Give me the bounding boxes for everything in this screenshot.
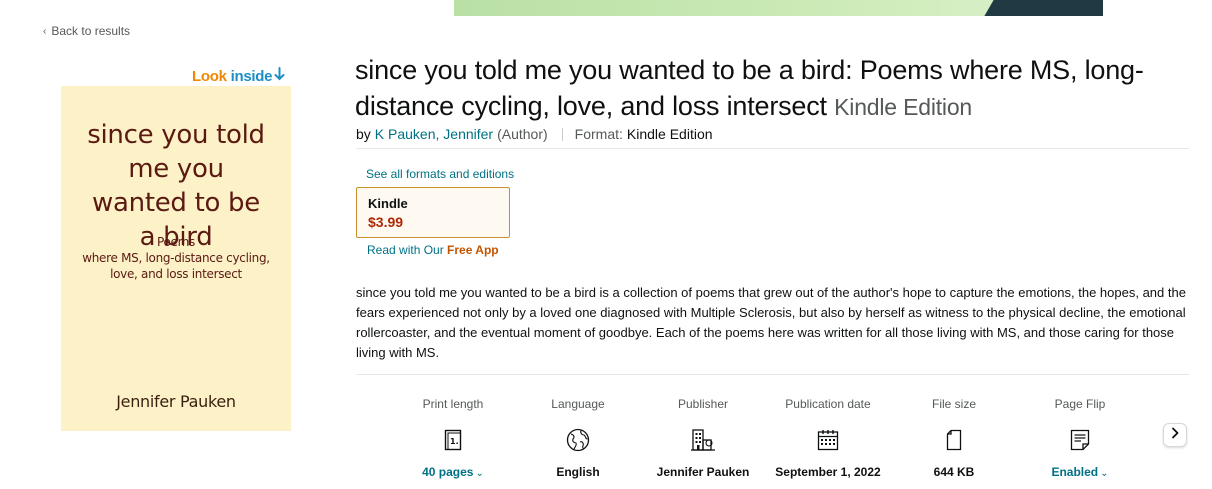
top-ad-banner[interactable] bbox=[454, 0, 1103, 16]
format-price: $3.99 bbox=[368, 214, 404, 230]
detail-language: Language English bbox=[513, 397, 643, 479]
book-description: since you told me you wanted to be a bir… bbox=[356, 285, 1186, 360]
by-label: by bbox=[356, 126, 371, 142]
detail-value-link[interactable]: Enabled ⌄ bbox=[1015, 465, 1145, 479]
detail-value: English bbox=[556, 465, 600, 479]
building-icon bbox=[638, 425, 768, 455]
see-all-formats-link[interactable]: See all formats and editions bbox=[366, 167, 514, 181]
read-app-prefix: Read with Our bbox=[367, 243, 444, 257]
detail-page-flip: Page Flip Enabled ⌄ bbox=[1015, 397, 1145, 479]
divider bbox=[356, 148, 1189, 149]
file-icon bbox=[889, 425, 1019, 455]
back-link-label: Back to results bbox=[51, 24, 131, 38]
look-inside-button[interactable]: Look inside bbox=[192, 67, 285, 85]
detail-value: September 1, 2022 bbox=[775, 465, 881, 479]
book-cover-image[interactable]: since you told me you wanted to be a bir… bbox=[61, 86, 291, 431]
carousel-next-button[interactable] bbox=[1163, 423, 1187, 447]
kindle-format-option[interactable]: Kindle $3.99 bbox=[356, 187, 510, 238]
author-link[interactable]: K Pauken, Jennifer bbox=[375, 126, 493, 142]
calendar-icon bbox=[763, 425, 893, 455]
look-inside-word2: inside bbox=[230, 67, 273, 85]
arrow-down-icon bbox=[274, 67, 285, 85]
detail-publication-date: Publication date September 1, 2022 bbox=[763, 397, 893, 479]
detail-file-size: File size 644 KB bbox=[889, 397, 1019, 479]
svg-text:1.: 1. bbox=[450, 437, 459, 446]
read-app-free: Free App bbox=[447, 243, 499, 257]
look-inside-word1: Look bbox=[192, 67, 227, 85]
detail-value: Enabled bbox=[1051, 465, 1099, 479]
product-title-text: since you told me you wanted to be a bir… bbox=[355, 55, 1144, 121]
detail-label: Page Flip bbox=[1054, 397, 1106, 411]
detail-print-length: Print length 1. 40 pages ⌄ bbox=[388, 397, 518, 479]
page-flip-icon bbox=[1015, 425, 1145, 455]
byline-divider bbox=[561, 127, 563, 141]
chevron-right-icon bbox=[1170, 426, 1180, 444]
cover-subtitle: Poems where MS, long-distance cycling, l… bbox=[61, 234, 291, 282]
format-value: Kindle Edition bbox=[626, 126, 713, 142]
product-details-carousel: Print length 1. 40 pages ⌄ Language Engli… bbox=[388, 397, 1148, 481]
format-name: Kindle bbox=[368, 196, 408, 211]
product-edition: Kindle Edition bbox=[834, 94, 973, 120]
divider bbox=[356, 374, 1189, 375]
chevron-down-icon: ⌄ bbox=[475, 468, 484, 479]
author-role: (Author) bbox=[497, 126, 548, 142]
chevron-down-icon: ⌄ bbox=[1100, 468, 1109, 479]
cover-subtitle-line3: love, and loss intersect bbox=[110, 267, 242, 281]
detail-label: File size bbox=[931, 397, 976, 411]
format-label: Format: bbox=[574, 126, 623, 142]
detail-value: 644 KB bbox=[933, 465, 975, 479]
chevron-left-icon: ‹ bbox=[43, 25, 47, 37]
cover-author: Jennifer Pauken bbox=[116, 392, 236, 411]
detail-label: Print length bbox=[422, 397, 484, 411]
detail-value-link[interactable]: 40 pages ⌄ bbox=[388, 465, 518, 479]
byline: by K Pauken, Jennifer (Author) Format: K… bbox=[356, 126, 713, 142]
book-pages-icon: 1. bbox=[388, 425, 518, 455]
globe-icon bbox=[513, 425, 643, 455]
detail-value: Jennifer Pauken bbox=[656, 465, 750, 479]
detail-value: 40 pages bbox=[422, 465, 474, 479]
detail-label: Publication date bbox=[785, 397, 871, 411]
detail-label: Language bbox=[551, 397, 605, 411]
cover-subtitle-line2: where MS, long-distance cycling, bbox=[82, 251, 270, 265]
back-to-results-link[interactable]: ‹ Back to results bbox=[43, 24, 130, 38]
cover-subtitle-line1: Poems bbox=[157, 235, 195, 249]
product-title: since you told me you wanted to be a bir… bbox=[355, 52, 1175, 125]
detail-label: Publisher bbox=[677, 397, 729, 411]
read-with-free-app-link[interactable]: Read with Our Free App bbox=[367, 243, 499, 257]
detail-publisher: Publisher Jennifer Pauken bbox=[638, 397, 768, 479]
